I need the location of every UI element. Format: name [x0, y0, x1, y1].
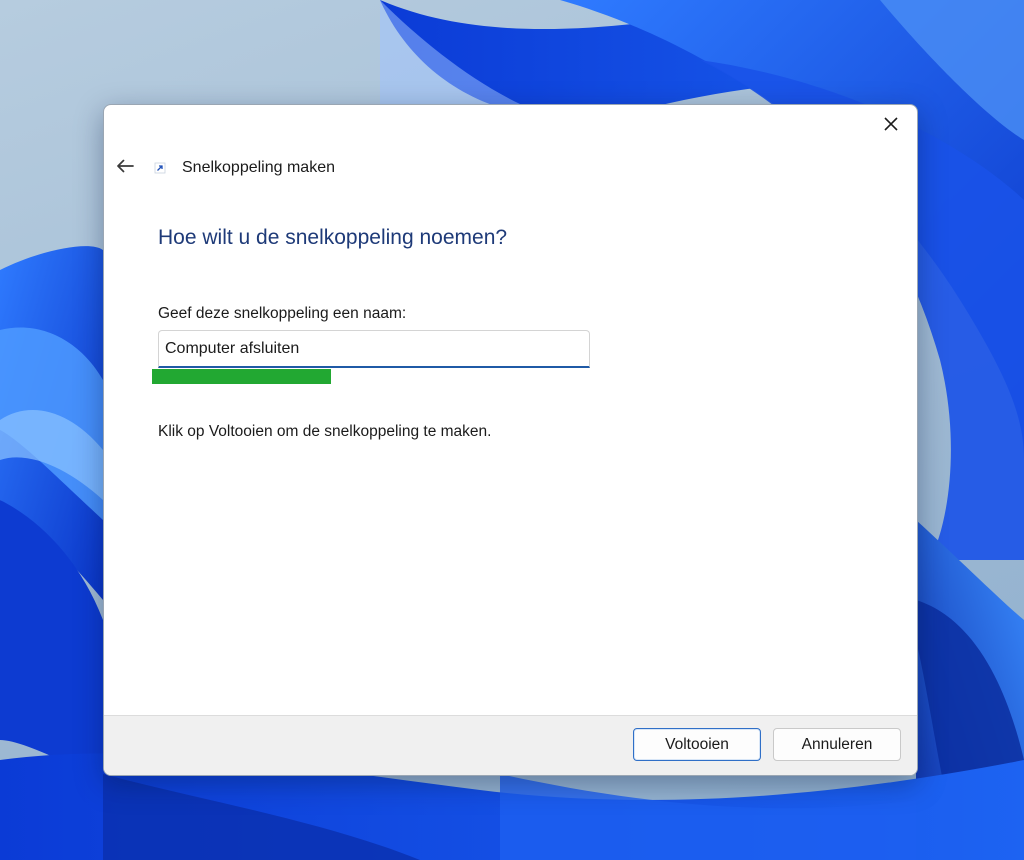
finish-hint-text: Klik op Voltooien om de snelkoppeling te…	[158, 423, 492, 440]
page-heading: Hoe wilt u de snelkoppeling noemen?	[158, 226, 508, 249]
dialog-footer: Voltooien Annuleren	[104, 715, 917, 775]
create-shortcut-dialog: Snelkoppeling maken Hoe wilt u de snelko…	[103, 104, 918, 776]
back-arrow-icon	[116, 159, 134, 178]
close-icon	[884, 116, 898, 136]
close-button[interactable]	[873, 111, 909, 141]
name-field-label: Geef deze snelkoppeling een naam:	[158, 305, 407, 322]
back-button[interactable]	[112, 153, 138, 183]
highlight-marker	[152, 369, 331, 384]
finish-button[interactable]: Voltooien	[633, 728, 761, 761]
wizard-header: Snelkoppeling maken	[112, 151, 335, 185]
shortcut-arrow-icon	[154, 162, 166, 174]
cancel-button[interactable]: Annuleren	[773, 728, 901, 761]
wizard-title: Snelkoppeling maken	[182, 159, 335, 176]
shortcut-name-input[interactable]	[158, 330, 590, 368]
